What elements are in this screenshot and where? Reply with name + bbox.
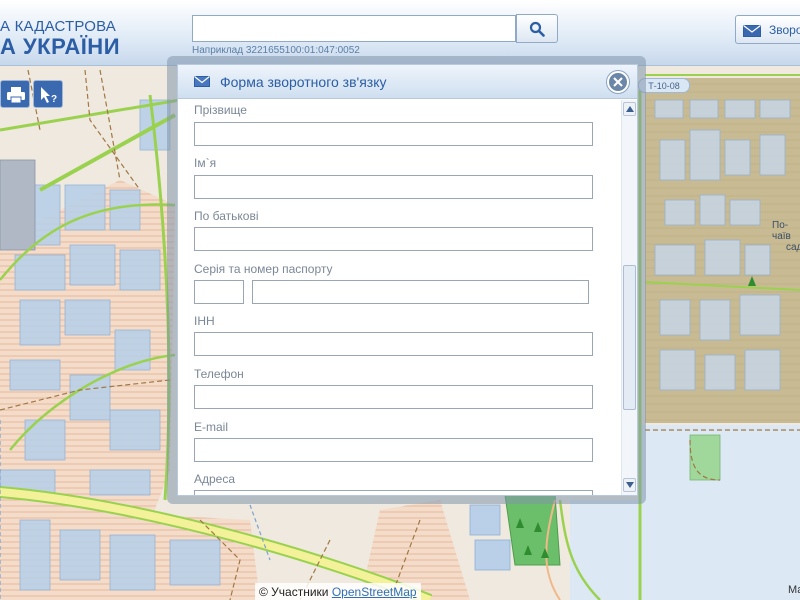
feedback-button[interactable]: Зворо — [735, 15, 800, 44]
place-label-line1: По-чаїв — [772, 220, 791, 242]
email-input[interactable] — [194, 438, 593, 462]
svg-text:?: ? — [51, 94, 57, 104]
passport-label: Серія та номер паспорту — [194, 262, 333, 276]
phone-label: Телефон — [194, 367, 244, 381]
surname-input[interactable] — [194, 122, 593, 146]
feedback-button-label: Зворо — [769, 23, 800, 37]
modal-title: Форма зворотного зв'язку — [220, 74, 387, 90]
corner-label: Ма — [788, 584, 800, 596]
surname-label: Прізвище — [194, 103, 247, 117]
scroll-thumb[interactable] — [623, 265, 636, 410]
close-icon — [613, 77, 623, 87]
phone-input[interactable] — [194, 385, 593, 409]
openstreetmap-link[interactable]: OpenStreetMap — [332, 585, 417, 599]
name-label: Ім`я — [194, 156, 217, 170]
name-input[interactable] — [194, 175, 593, 199]
search-button[interactable] — [516, 14, 558, 43]
attribution-prefix: © Участники — [259, 585, 332, 599]
patronymic-label: По батькові — [194, 209, 259, 223]
email-label: E-mail — [194, 420, 229, 434]
envelope-icon — [743, 25, 761, 37]
place-label: По-чаїв сад — [772, 220, 800, 253]
scroll-up-button[interactable] — [623, 102, 636, 116]
search-example-hint: Наприклад 3221655100:01:047:0052 — [192, 45, 360, 56]
chevron-up-icon — [626, 106, 634, 112]
feedback-form: Прізвище Ім`я По батькові Серія та номер… — [178, 100, 621, 495]
form-scrollbar[interactable] — [621, 100, 637, 495]
feedback-modal: Форма зворотного зв'язку Прізвище Ім`я П… — [177, 64, 638, 496]
place-label-line2: сад — [786, 242, 800, 253]
modal-header: Форма зворотного зв'язку — [178, 65, 637, 99]
cadastral-number-search-input[interactable] — [192, 15, 516, 42]
search-icon — [529, 21, 545, 37]
pointer-help-icon: ? — [41, 87, 57, 104]
envelope-icon — [194, 76, 210, 87]
map-attribution: © Участники OpenStreetMap — [255, 583, 421, 600]
address-label: Адреса — [194, 472, 236, 486]
identify-tool-button[interactable]: ? — [33, 80, 63, 108]
site-title-line2: А УКРАЇНИ — [0, 34, 121, 59]
print-button[interactable] — [0, 80, 30, 108]
modal-close-button[interactable] — [607, 71, 629, 93]
passport-series-input[interactable] — [194, 280, 244, 304]
passport-number-input[interactable] — [252, 280, 589, 304]
address-input[interactable] — [194, 490, 593, 495]
patronymic-input[interactable] — [194, 227, 593, 251]
site-title-line1: А КАДАСТРОВА — [0, 18, 116, 35]
print-icon — [7, 87, 25, 104]
chevron-down-icon — [626, 482, 634, 488]
inn-input[interactable] — [194, 332, 593, 356]
inn-label: ІНН — [194, 314, 215, 328]
scroll-down-button[interactable] — [623, 478, 636, 492]
